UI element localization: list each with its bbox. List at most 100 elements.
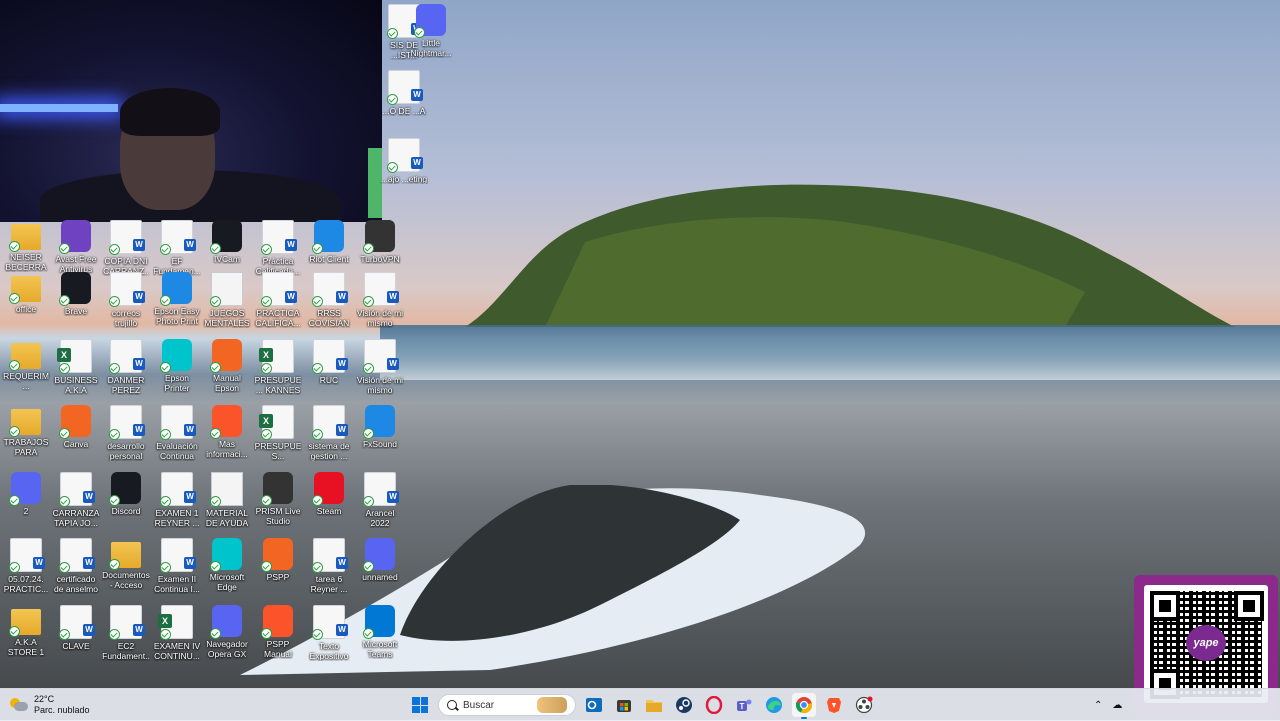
desktop-icon-correos-trujillo[interactable]: correos trujillo [102,272,150,328]
store-icon[interactable] [612,693,636,717]
desktop-icon-ajo-eting[interactable]: ...ajo ...eting [380,138,428,184]
desktop-icon-manual-epson-l3110[interactable]: Manual Epson L3110 [203,339,251,393]
outlook-icon[interactable] [582,693,606,717]
desktop-icon-label: DANMER PEREZ CA... [107,375,145,395]
desktop-icon-carranza-tapia-jo[interactable]: CARRANZA TAPIA JO... [52,472,100,528]
desktop-icon-label: 05.07.24. PRACTIC... [3,574,49,594]
desktop-icon-examen-ii-continua-i[interactable]: Examen II Continua I... [153,538,201,594]
desktop-icon-unnamed[interactable]: unnamed [356,538,404,582]
edge-icon[interactable] [762,693,786,717]
qr-finder-top-right [1234,591,1264,621]
app-icon [414,4,446,38]
desktop-icon-ec2-fundament[interactable]: EC2 Fundament... [102,605,150,661]
desktop-icon-label: Manual Epson L3110 [213,373,241,393]
desktop-icon-pr-ctica-calificada[interactable]: Práctica Calificada... [254,220,302,276]
sync-check-icon [414,27,425,38]
desktop-icon-rrss-covisian[interactable]: RRSS COVISIAN [305,272,353,328]
desktop-icon-certificado-de-anselmo[interactable]: certificado de anselmo [52,538,100,594]
app-icon [312,220,344,254]
desktop-icon-ruc[interactable]: RUC [305,339,353,385]
desktop-icon-label: sistema de gestion ... [308,441,350,461]
desktop-icon-practica-califica[interactable]: PRACTICA CALIFICA... [254,272,302,328]
desktop-icon-microsoft-edge[interactable]: Microsoft Edge [203,538,251,592]
desktop-icon-examen-1-reyner[interactable]: EXAMEN 1 REYNER ... [153,472,201,528]
desktop-icon-ef-fundamen[interactable]: EF Fundamen... [153,220,201,276]
desktop-icon-documentos-acceso-di[interactable]: Documentos - Acceso di... [102,538,150,590]
sync-check-icon [363,628,374,639]
desktop-icon-a-k-a-store-1[interactable]: A.K.A STORE 1 [2,605,50,657]
desktop-icon-canva[interactable]: Canva [52,405,100,449]
chevron-up-icon[interactable]: ⌃ [1094,700,1102,711]
desktop-icon-label: Epson Easy Photo Print [154,306,200,326]
webcam-overlay [0,0,382,222]
desktop-icon-discord[interactable]: Discord [102,472,150,516]
desktop-icon-danmer-perez-ca[interactable]: DANMER PEREZ CA... [102,339,150,395]
folder-icon [9,276,41,304]
desktop-icon-riot-client[interactable]: Riot Client [305,220,353,264]
teams-icon[interactable]: T [732,693,756,717]
desktop-icon-pspp[interactable]: PSPP [254,538,302,582]
search-box[interactable]: Buscar [438,694,576,716]
sync-check-icon [210,362,221,373]
taskbar-center: Buscar T [408,692,876,719]
desktop-icon-material-de-ayuda-ppt[interactable]: MATERIAL DE AYUDA PPT [203,472,251,528]
desktop-icon-visi-n-de-mi-mismo[interactable]: Visión de mi mismo [356,272,404,328]
sync-check-icon [109,429,120,440]
desktop-icon-pspp-manual[interactable]: PSPP Manual [254,605,302,659]
desktop-icon-fxsound[interactable]: FxSound [356,405,404,449]
onedrive-icon[interactable]: ☁ [1112,700,1122,711]
word-file-icon [312,538,348,573]
chrome-icon[interactable] [792,693,816,719]
desktop-icon-mas-informaci[interactable]: Mas informaci... [203,405,251,459]
file-explorer-icon[interactable] [642,693,666,717]
desktop-icon-juegos-mentales[interactable]: JUEGOS MENTALES [203,272,251,328]
sync-check-icon [9,495,20,506]
obs-icon[interactable] [852,693,876,717]
desktop-icon-little-nightmar[interactable]: Little Nightmar... [407,4,455,58]
desktop-icon-epson-printer-connectio[interactable]: Epson Printer Connectio... [153,339,201,393]
desktop-icon-examen-iv-continu[interactable]: EXAMEN IV CONTINU... [153,605,201,661]
desktop-icon-trabajos-para-pow[interactable]: TRABAJOS PARA POW... [2,405,50,457]
weather-widget[interactable]: 22°C Parc. nublado [10,692,90,718]
desktop-icon-business-a-k-a[interactable]: BUSINESS A.K.A [52,339,100,395]
desktop-icon-prism-live-studio[interactable]: PRISM Live Studio [254,472,302,526]
desktop-icon-presupue-kannes-2[interactable]: PRESUPUE... KANNES 2... [254,339,302,395]
desktop-icon-evaluaci-n-continua-1[interactable]: Evaluación Continua 1... [153,405,201,461]
desktop-icon-brave[interactable]: Brave [52,272,100,316]
desktop-icon-visi-n-de-mi-mismo[interactable]: Visión de mi mismo [356,339,404,395]
desktop-icon-neiser-becerra-c[interactable]: NEISER BECERRA C... [2,220,50,272]
sync-check-icon [387,162,398,173]
desktop-icon-epson-easy-photo-print[interactable]: Epson Easy Photo Print [153,272,201,326]
desktop-icon-05-07-24-practic[interactable]: 05.07.24. PRACTIC... [2,538,50,594]
desktop-icon-o-de-a[interactable]: ...O DE ...A [380,70,428,116]
word-file-icon [363,339,399,374]
desktop-icon-presupues-proyecto[interactable]: PRESUPUES... PROYECTO ... [254,405,302,461]
desktop-icon-2[interactable]: 2 [2,472,50,516]
desktop-icon-sistema-de-gestion[interactable]: sistema de gestion ... [305,405,353,461]
desktop-icon-desarrollo-personal[interactable]: desarrollo personal [102,405,150,461]
start-button[interactable] [408,693,432,717]
search-placeholder: Buscar [463,699,495,711]
folder-icon [9,224,41,252]
desktop-icon-microsoft-teams-pwa[interactable]: Microsoft Teams (PWA) [356,605,404,659]
yape-logo: yape [1186,625,1226,661]
desktop-icon-requerim-trujillo[interactable]: REQUERIM... TRUJILLO [2,339,50,391]
desktop-icon-ivcam[interactable]: IVCam [203,220,251,264]
desktop-icon-clave[interactable]: CLAVE [52,605,100,651]
word-file-icon [363,272,399,307]
desktop-icon-texto-expositivo[interactable]: Texto Expositivo (... [305,605,353,661]
word-file-icon [312,405,348,440]
steam-icon[interactable] [672,693,696,717]
desktop-icon-avast-free-antivirus[interactable]: Avast Free Antivirus [52,220,100,274]
desktop-icon-label: Canva [63,439,89,449]
desktop-icon-navegador-opera-gx[interactable]: Navegador Opera GX [203,605,251,659]
desktop-icon-copia-dni-carranz[interactable]: COPIA DNI CARRANZ... [102,220,150,276]
desktop-icon-tarea-6-reyner[interactable]: tarea 6 Reyner ... [305,538,353,594]
brave-icon[interactable] [822,693,846,717]
desktop-icon-office[interactable]: office [2,272,50,314]
desktop-icon-turbovpn[interactable]: TurboVPN [356,220,404,264]
desktop-icon-arancel-2022[interactable]: Arancel 2022 [356,472,404,528]
sync-check-icon [312,296,323,307]
opera-icon[interactable] [702,693,726,717]
desktop-icon-steam[interactable]: Steam [305,472,353,516]
